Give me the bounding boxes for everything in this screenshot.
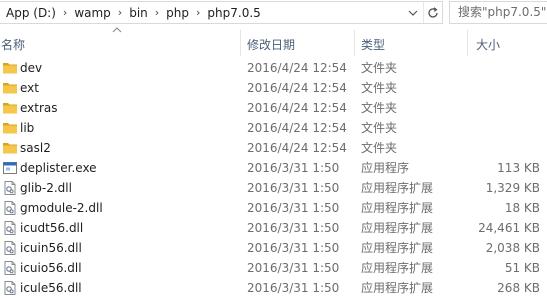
- dll-icon: [2, 220, 18, 236]
- folder-icon: [2, 140, 18, 156]
- file-date: 2016/3/31 1:50: [247, 181, 340, 195]
- file-type: 应用程序扩展: [361, 181, 434, 195]
- file-type: 文件夹: [361, 101, 398, 115]
- breadcrumb-php[interactable]: php: [166, 6, 189, 20]
- breadcrumb-separator-icon[interactable]: ›: [63, 6, 67, 19]
- file-name: icule56.dll: [20, 281, 82, 295]
- file-row[interactable]: icuin56.dll 2016/3/31 1:50 应用程序扩展 2,038 KB: [0, 238, 547, 258]
- file-name: extras: [20, 101, 58, 115]
- dll-icon: [2, 280, 18, 296]
- address-history-button[interactable]: [404, 2, 422, 23]
- column-divider[interactable]: [467, 30, 468, 56]
- search-placeholder: 搜索"php7.0.5": [458, 5, 547, 19]
- file-row[interactable]: sasl2 2016/4/24 12:54 文件夹: [0, 138, 547, 158]
- file-date: 2016/3/31 1:50: [247, 221, 340, 235]
- refresh-button[interactable]: [423, 2, 442, 23]
- file-row[interactable]: icuio56.dll 2016/3/31 1:50 应用程序扩展 51 KB: [0, 258, 547, 278]
- folder-icon: [2, 80, 18, 96]
- address-bar[interactable]: App (D:) › wamp › bin › php › php7.0.5: [0, 1, 443, 24]
- file-size: 2,038 KB: [485, 241, 540, 255]
- breadcrumb-php705[interactable]: php7.0.5: [207, 6, 260, 20]
- file-date: 2016/3/31 1:50: [247, 261, 340, 275]
- file-date: 2016/3/31 1:50: [247, 241, 340, 255]
- file-type: 应用程序扩展: [361, 261, 434, 275]
- file-type: 应用程序: [361, 161, 410, 175]
- file-size: 51 KB: [504, 261, 540, 275]
- file-name: dev: [20, 61, 43, 75]
- file-date: 2016/3/31 1:50: [247, 281, 340, 295]
- folder-icon: [2, 60, 18, 76]
- breadcrumb-separator-icon[interactable]: ›: [196, 6, 200, 19]
- sort-ascending-icon: [112, 27, 122, 33]
- breadcrumb-separator-icon[interactable]: ›: [118, 6, 122, 19]
- folder-icon: [2, 120, 18, 136]
- breadcrumb-drive[interactable]: App (D:): [6, 6, 56, 20]
- dll-icon: [2, 240, 18, 256]
- exe-icon: [2, 160, 18, 176]
- file-type: 文件夹: [361, 61, 398, 75]
- column-header-size[interactable]: 大小: [476, 36, 500, 53]
- file-row[interactable]: deplister.exe 2016/3/31 1:50 应用程序 113 KB: [0, 158, 547, 178]
- column-header-type[interactable]: 类型: [361, 36, 385, 53]
- folder-icon: [2, 100, 18, 116]
- file-row[interactable]: ext 2016/4/24 12:54 文件夹: [0, 78, 547, 98]
- dll-icon: [2, 200, 18, 216]
- column-header-bar: 名称 修改日期 类型 大小: [0, 26, 547, 58]
- search-input[interactable]: 搜索"php7.0.5": [449, 1, 547, 24]
- file-date: 2016/3/31 1:50: [247, 201, 340, 215]
- file-row[interactable]: gmodule-2.dll 2016/3/31 1:50 应用程序扩展 18 KB: [0, 198, 547, 218]
- file-name: deplister.exe: [20, 161, 97, 175]
- file-row[interactable]: icule56.dll 2016/3/31 1:50 应用程序扩展 268 KB: [0, 278, 547, 298]
- file-size: 18 KB: [504, 201, 540, 215]
- file-type: 应用程序扩展: [361, 281, 434, 295]
- file-name: icuin56.dll: [20, 241, 82, 255]
- file-name: sasl2: [20, 141, 51, 155]
- file-size: 1,329 KB: [485, 181, 540, 195]
- file-date: 2016/4/24 12:54: [247, 61, 347, 75]
- file-row[interactable]: lib 2016/4/24 12:54 文件夹: [0, 118, 547, 138]
- file-type: 应用程序扩展: [361, 221, 434, 235]
- file-date: 2016/4/24 12:54: [247, 101, 347, 115]
- file-type: 文件夹: [361, 81, 398, 95]
- chevron-down-icon: [408, 10, 418, 16]
- column-header-name[interactable]: 名称: [1, 36, 25, 53]
- file-date: 2016/4/24 12:54: [247, 141, 347, 155]
- file-type: 文件夹: [361, 141, 398, 155]
- file-name: icuio56.dll: [20, 261, 82, 275]
- file-name: ext: [20, 81, 39, 95]
- dll-icon: [2, 180, 18, 196]
- breadcrumb-separator-icon[interactable]: ›: [155, 6, 159, 19]
- file-date: 2016/3/31 1:50: [247, 161, 340, 175]
- file-type: 应用程序扩展: [361, 241, 434, 255]
- dll-icon: [2, 260, 18, 276]
- file-name: lib: [20, 121, 35, 135]
- refresh-icon: [428, 6, 438, 18]
- file-size: 24,461 KB: [478, 221, 540, 235]
- file-row[interactable]: icudt56.dll 2016/3/31 1:50 应用程序扩展 24,461 KB: [0, 218, 547, 238]
- file-size: 113 KB: [497, 161, 540, 175]
- file-name: icudt56.dll: [20, 221, 84, 235]
- file-type: 文件夹: [361, 121, 398, 135]
- column-divider[interactable]: [240, 30, 241, 56]
- breadcrumb: App (D:) › wamp › bin › php › php7.0.5: [6, 2, 261, 23]
- file-name: glib-2.dll: [20, 181, 72, 195]
- column-divider[interactable]: [354, 30, 355, 56]
- address-row: App (D:) › wamp › bin › php › php7.0.5 搜…: [0, 0, 547, 26]
- column-header-date[interactable]: 修改日期: [247, 36, 295, 53]
- file-date: 2016/4/24 12:54: [247, 81, 347, 95]
- file-type: 应用程序扩展: [361, 201, 434, 215]
- file-row[interactable]: extras 2016/4/24 12:54 文件夹: [0, 98, 547, 118]
- breadcrumb-wamp[interactable]: wamp: [74, 6, 110, 20]
- file-row[interactable]: dev 2016/4/24 12:54 文件夹: [0, 58, 547, 78]
- file-name: gmodule-2.dll: [20, 201, 103, 215]
- file-row[interactable]: glib-2.dll 2016/3/31 1:50 应用程序扩展 1,329 KB: [0, 178, 547, 198]
- file-date: 2016/4/24 12:54: [247, 121, 347, 135]
- breadcrumb-bin[interactable]: bin: [129, 6, 148, 20]
- file-size: 268 KB: [497, 281, 540, 295]
